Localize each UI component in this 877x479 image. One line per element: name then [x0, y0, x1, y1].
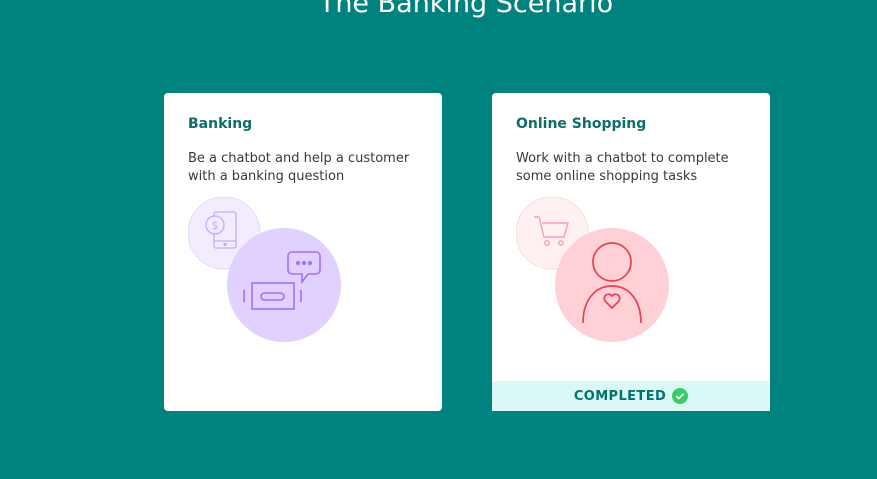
- card-title: Banking: [188, 116, 253, 132]
- card-description: Work with a chatbot to complete some onl…: [516, 151, 729, 184]
- completed-status-bar: COMPLETED: [492, 381, 770, 411]
- scenario-card-online-shopping[interactable]: Online Shopping Work with a chatbot to c…: [492, 93, 770, 411]
- banking-chat-illustration: $: [188, 197, 341, 342]
- card-description: Be a chatbot and help a customer with a …: [188, 151, 410, 184]
- scenario-card-banking[interactable]: Banking Be a chatbot and help a customer…: [164, 93, 442, 411]
- svg-text:$: $: [212, 219, 219, 232]
- shopping-customer-illustration: [516, 197, 669, 342]
- completed-label: COMPLETED: [573, 388, 667, 404]
- card-title: Online Shopping: [516, 116, 647, 132]
- page-title: The Banking Scenario: [318, 0, 614, 19]
- page: The Banking Scenario Banking Be a chatbo…: [0, 0, 877, 479]
- check-circle-icon: [672, 388, 689, 404]
